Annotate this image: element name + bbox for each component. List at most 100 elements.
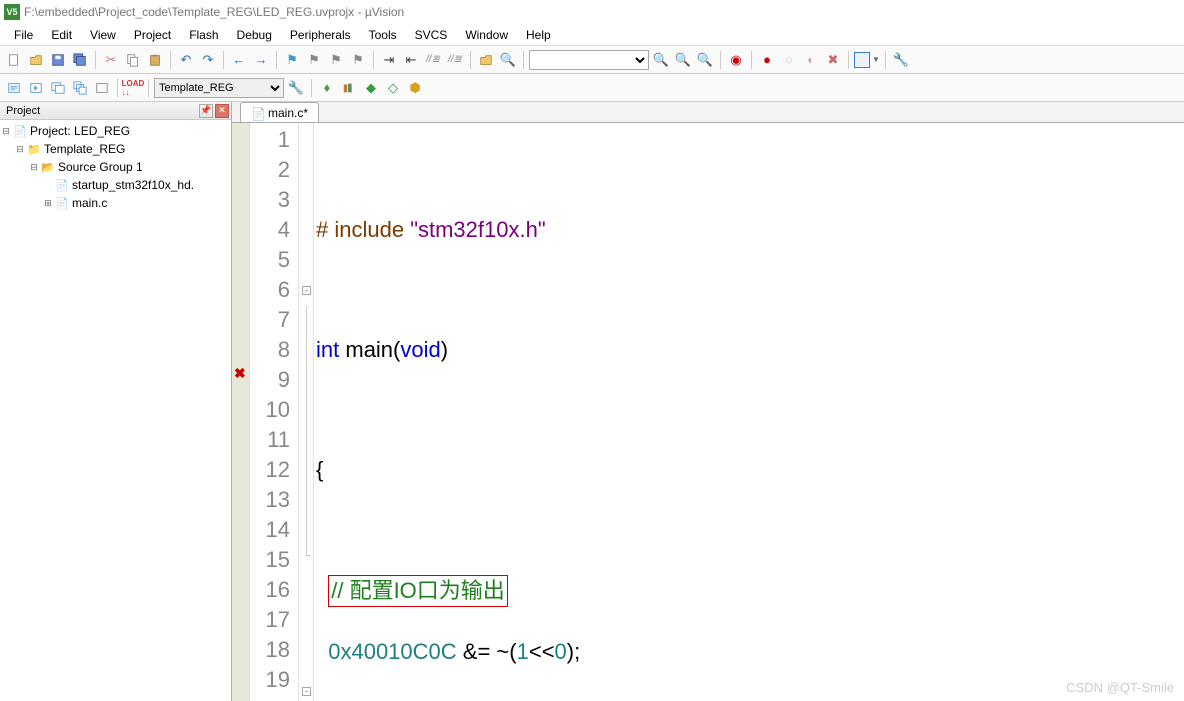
tree-group[interactable]: ⊟ 📂 Source Group 1: [0, 158, 231, 176]
line-number-gutter: 1 2 3 4 5 6 7 8 9 10 11 12 13 14 15 16 1…: [250, 123, 298, 701]
find-icon[interactable]: 🔍: [498, 50, 518, 70]
redo-icon[interactable]: ↷: [198, 50, 218, 70]
bookmark-next-icon[interactable]: ⚑: [326, 50, 346, 70]
menu-file[interactable]: File: [6, 26, 41, 44]
books-icon[interactable]: [339, 78, 359, 98]
line-number: 14: [250, 515, 290, 545]
fold-icon[interactable]: -: [302, 286, 311, 295]
comment-icon[interactable]: //≣: [423, 50, 443, 70]
menu-debug[interactable]: Debug: [229, 26, 280, 44]
undo-icon[interactable]: ↶: [176, 50, 196, 70]
line-number: 2: [250, 155, 290, 185]
debug-icon[interactable]: ◉: [726, 50, 746, 70]
line-number: 1: [250, 125, 290, 155]
menu-edit[interactable]: Edit: [43, 26, 80, 44]
menu-peripherals[interactable]: Peripherals: [282, 26, 359, 44]
find-in-files-icon[interactable]: [476, 50, 496, 70]
code-text: 1: [517, 639, 529, 664]
expand-icon[interactable]: ⊞: [42, 198, 54, 209]
outdent-icon[interactable]: ⇤: [401, 50, 421, 70]
code-text: main(: [339, 337, 400, 362]
options-icon[interactable]: 🔧: [286, 78, 306, 98]
tree-root-label: Project: LED_REG: [30, 124, 130, 138]
dropdown-icon[interactable]: ▼: [872, 55, 880, 64]
tree-target-label: Template_REG: [44, 142, 125, 156]
bp-enable-icon[interactable]: ○: [779, 50, 799, 70]
fold-column[interactable]: - -: [298, 123, 314, 701]
code-text: );: [567, 639, 580, 664]
find-combo[interactable]: [529, 50, 649, 70]
bp-insert-icon[interactable]: ●: [757, 50, 777, 70]
stop-build-icon[interactable]: [92, 78, 112, 98]
tree-file-label: main.c: [72, 196, 107, 210]
expand-icon[interactable]: ⊟: [0, 126, 12, 137]
indent-icon[interactable]: ⇥: [379, 50, 399, 70]
file-tab-label: main.c*: [268, 106, 308, 120]
new-file-icon[interactable]: [4, 50, 24, 70]
menu-view[interactable]: View: [82, 26, 124, 44]
uncomment-icon[interactable]: //≣: [445, 50, 465, 70]
nav-forward-icon[interactable]: →: [251, 50, 271, 70]
pack-installer-icon[interactable]: ◆: [361, 78, 381, 98]
find-next-icon[interactable]: 🔍: [673, 50, 693, 70]
window-title: F:\embedded\Project_code\Template_REG\LE…: [24, 5, 404, 19]
expand-icon[interactable]: ⊟: [28, 162, 40, 173]
cut-icon[interactable]: ✂: [101, 50, 121, 70]
marker-column[interactable]: ✖: [232, 123, 250, 701]
project-icon: 📄: [12, 124, 28, 138]
manage-project-icon[interactable]: ♦: [317, 78, 337, 98]
bp-disable-icon[interactable]: ◐: [801, 50, 821, 70]
menu-tools[interactable]: Tools: [361, 26, 405, 44]
bookmark-clear-icon[interactable]: ⚑: [348, 50, 368, 70]
copy-icon[interactable]: [123, 50, 143, 70]
incremental-find-icon[interactable]: 🔍: [651, 50, 671, 70]
code-text: int: [316, 337, 339, 362]
fold-icon[interactable]: -: [302, 687, 311, 696]
find-prev-icon[interactable]: 🔍: [695, 50, 715, 70]
expand-icon[interactable]: ⊟: [14, 144, 26, 155]
separator: [223, 51, 224, 69]
save-icon[interactable]: [48, 50, 68, 70]
open-file-icon[interactable]: [26, 50, 46, 70]
target-select[interactable]: Template_REG: [154, 78, 284, 98]
menu-window[interactable]: Window: [457, 26, 516, 44]
rebuild-icon[interactable]: [48, 78, 68, 98]
configure-icon[interactable]: 🔧: [891, 50, 911, 70]
menu-svcs[interactable]: SVCS: [407, 26, 456, 44]
tree-root[interactable]: ⊟ 📄 Project: LED_REG: [0, 122, 231, 140]
pack-refresh-icon[interactable]: ◇: [383, 78, 403, 98]
menu-flash[interactable]: Flash: [181, 26, 226, 44]
separator: [523, 51, 524, 69]
line-number: 4: [250, 215, 290, 245]
manage-rte-icon[interactable]: ⬢: [405, 78, 425, 98]
bp-kill-icon[interactable]: ✖: [823, 50, 843, 70]
save-all-icon[interactable]: [70, 50, 90, 70]
file-tab[interactable]: 📄 main.c*: [240, 102, 319, 122]
paste-icon[interactable]: [145, 50, 165, 70]
tree-target[interactable]: ⊟ 📁 Template_REG: [0, 140, 231, 158]
window-tile-icon[interactable]: [854, 52, 870, 68]
error-marker-icon[interactable]: ✖: [234, 365, 246, 382]
download-icon[interactable]: LOAD↓↓: [123, 78, 143, 98]
bookmark-icon[interactable]: ⚑: [282, 50, 302, 70]
separator: [885, 51, 886, 69]
panel-close-icon[interactable]: ✕: [215, 104, 229, 118]
c-file-icon: 📄: [251, 107, 263, 119]
tree-file[interactable]: 📄 startup_stm32f10x_hd.: [0, 176, 231, 194]
code-text: # include: [316, 217, 410, 242]
project-tree[interactable]: ⊟ 📄 Project: LED_REG ⊟ 📁 Template_REG ⊟ …: [0, 120, 231, 701]
toolbar-file: ✂ ↶ ↷ ← → ⚑ ⚑ ⚑ ⚑ ⇥ ⇤ //≣ //≣ 🔍 🔍 🔍 🔍 ◉ …: [0, 46, 1184, 74]
translate-icon[interactable]: [4, 78, 24, 98]
tree-file[interactable]: ⊞ 📄 main.c: [0, 194, 231, 212]
build-icon[interactable]: [26, 78, 46, 98]
nav-back-icon[interactable]: ←: [229, 50, 249, 70]
code-area[interactable]: # include "stm32f10x.h" int main(void) {…: [314, 123, 1184, 701]
line-number: 7: [250, 305, 290, 335]
bookmark-prev-icon[interactable]: ⚑: [304, 50, 324, 70]
menu-help[interactable]: Help: [518, 26, 559, 44]
menu-project[interactable]: Project: [126, 26, 179, 44]
batch-build-icon[interactable]: [70, 78, 90, 98]
panel-pin-icon[interactable]: 📌: [199, 104, 213, 118]
toolbar-build: LOAD↓↓ Template_REG 🔧 ♦ ◆ ◇ ⬢: [0, 74, 1184, 102]
line-number: 16: [250, 575, 290, 605]
